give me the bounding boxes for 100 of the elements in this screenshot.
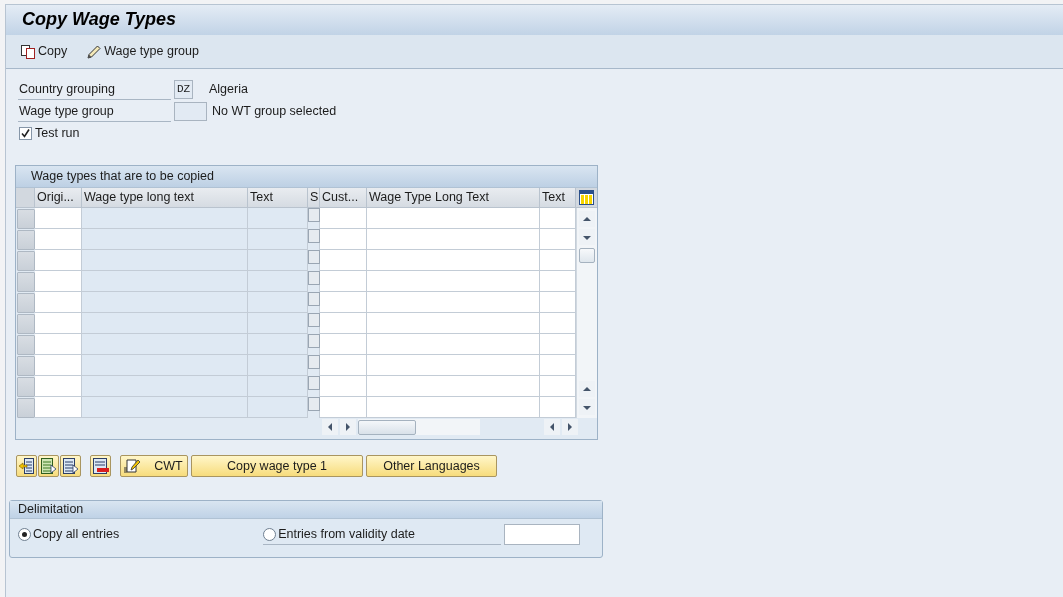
table-cell bbox=[248, 376, 308, 397]
action-button[interactable]: CWT bbox=[120, 455, 188, 477]
row-selector[interactable] bbox=[17, 377, 35, 397]
action-button[interactable]: Copy wage type 1 bbox=[191, 455, 363, 477]
row-checkbox[interactable] bbox=[307, 355, 320, 369]
column-header[interactable]: Text bbox=[540, 188, 576, 208]
input-cell[interactable] bbox=[320, 313, 367, 334]
date-input-field[interactable] bbox=[504, 524, 581, 545]
input-cell[interactable] bbox=[367, 292, 540, 313]
row-selector[interactable] bbox=[17, 209, 35, 229]
scrollbar-thumb[interactable] bbox=[579, 248, 595, 263]
input-cell[interactable] bbox=[367, 208, 540, 229]
input-cell[interactable] bbox=[367, 250, 540, 271]
input-cell[interactable] bbox=[35, 397, 82, 418]
input-cell[interactable] bbox=[35, 334, 82, 355]
input-cell[interactable] bbox=[540, 355, 576, 376]
document-forward-button[interactable] bbox=[60, 455, 81, 477]
row-selector[interactable] bbox=[17, 293, 35, 313]
input-cell[interactable] bbox=[320, 208, 367, 229]
input-cell[interactable] bbox=[367, 271, 540, 292]
scrollbar-thumb[interactable] bbox=[358, 419, 416, 435]
scroll-right-icon[interactable] bbox=[340, 419, 356, 435]
input-cell[interactable] bbox=[320, 292, 367, 313]
row-checkbox[interactable] bbox=[307, 208, 320, 222]
radio-label: Entries from validity date bbox=[278, 526, 415, 542]
input-cell[interactable] bbox=[540, 334, 576, 355]
row-checkbox[interactable] bbox=[307, 292, 320, 306]
toolbar-button[interactable]: Wage type group bbox=[85, 43, 201, 60]
input-cell[interactable] bbox=[367, 355, 540, 376]
input-cell[interactable] bbox=[35, 313, 82, 334]
row-checkbox[interactable] bbox=[307, 229, 320, 243]
scroll-right-icon[interactable] bbox=[562, 419, 578, 435]
list-forward-button[interactable] bbox=[38, 455, 59, 477]
input-cell[interactable] bbox=[540, 313, 576, 334]
row-selector[interactable] bbox=[17, 398, 35, 418]
row-selector[interactable] bbox=[17, 272, 35, 292]
input-cell[interactable] bbox=[540, 250, 576, 271]
radio-button[interactable] bbox=[18, 528, 31, 541]
table-cell bbox=[248, 271, 308, 292]
wage-type-group-field[interactable] bbox=[174, 101, 207, 121]
country-grouping-field[interactable]: DZ bbox=[174, 79, 193, 99]
row-selector[interactable] bbox=[17, 356, 35, 376]
input-cell[interactable] bbox=[540, 292, 576, 313]
input-cell[interactable] bbox=[320, 397, 367, 418]
input-cell[interactable] bbox=[540, 271, 576, 292]
input-cell[interactable] bbox=[320, 334, 367, 355]
input-cell[interactable] bbox=[35, 271, 82, 292]
select-all-button[interactable] bbox=[16, 188, 35, 208]
input-cell[interactable] bbox=[540, 208, 576, 229]
column-header[interactable]: Wage type long text bbox=[82, 188, 248, 208]
test-run-checkbox[interactable] bbox=[19, 126, 32, 140]
input-cell[interactable] bbox=[320, 229, 367, 250]
input-cell[interactable] bbox=[367, 397, 540, 418]
input-cell[interactable] bbox=[320, 271, 367, 292]
input-cell[interactable] bbox=[35, 208, 82, 229]
input-cell[interactable] bbox=[540, 376, 576, 397]
column-header[interactable]: S bbox=[308, 188, 320, 208]
list-arrow-in-button[interactable] bbox=[16, 455, 37, 477]
column-header[interactable]: Origi... bbox=[35, 188, 82, 208]
input-cell[interactable] bbox=[540, 229, 576, 250]
row-checkbox[interactable] bbox=[307, 334, 320, 348]
input-cell[interactable] bbox=[367, 229, 540, 250]
input-cell[interactable] bbox=[35, 292, 82, 313]
toolbar-button[interactable]: Copy bbox=[19, 43, 70, 60]
input-cell[interactable] bbox=[320, 355, 367, 376]
radio-button[interactable] bbox=[263, 527, 277, 541]
input-cell[interactable] bbox=[320, 250, 367, 271]
column-header[interactable]: Text bbox=[248, 188, 308, 208]
list-delete-button[interactable] bbox=[90, 455, 111, 477]
column-settings-icon[interactable] bbox=[579, 190, 594, 205]
input-cell[interactable] bbox=[540, 397, 576, 418]
action-button[interactable]: Other Languages bbox=[366, 455, 497, 477]
vertical-scrollbar[interactable] bbox=[576, 208, 597, 418]
field-description: Algeria bbox=[209, 81, 248, 97]
row-selector[interactable] bbox=[17, 251, 35, 271]
row-selector[interactable] bbox=[17, 314, 35, 334]
radio-label: Copy all entries bbox=[33, 527, 120, 542]
row-selector[interactable] bbox=[17, 230, 35, 250]
input-cell[interactable] bbox=[367, 376, 540, 397]
input-cell[interactable] bbox=[35, 250, 82, 271]
pencil-icon bbox=[87, 44, 102, 59]
scroll-left-icon[interactable] bbox=[544, 419, 560, 435]
row-checkbox[interactable] bbox=[307, 271, 320, 285]
scroll-left-icon[interactable] bbox=[322, 419, 338, 435]
horizontal-scrollbar[interactable] bbox=[358, 419, 480, 435]
row-checkbox[interactable] bbox=[307, 250, 320, 264]
row-selector[interactable] bbox=[17, 335, 35, 355]
input-cell[interactable] bbox=[320, 376, 367, 397]
list-minus-icon bbox=[92, 458, 109, 474]
input-cell[interactable] bbox=[367, 334, 540, 355]
input-cell[interactable] bbox=[35, 355, 82, 376]
table-cell bbox=[248, 334, 308, 355]
input-cell[interactable] bbox=[35, 229, 82, 250]
column-header[interactable]: Cust... bbox=[320, 188, 367, 208]
input-cell[interactable] bbox=[367, 313, 540, 334]
row-checkbox[interactable] bbox=[307, 397, 320, 411]
input-cell[interactable] bbox=[35, 376, 82, 397]
column-header[interactable]: Wage Type Long Text bbox=[367, 188, 540, 208]
row-checkbox[interactable] bbox=[307, 376, 320, 390]
row-checkbox[interactable] bbox=[307, 313, 320, 327]
